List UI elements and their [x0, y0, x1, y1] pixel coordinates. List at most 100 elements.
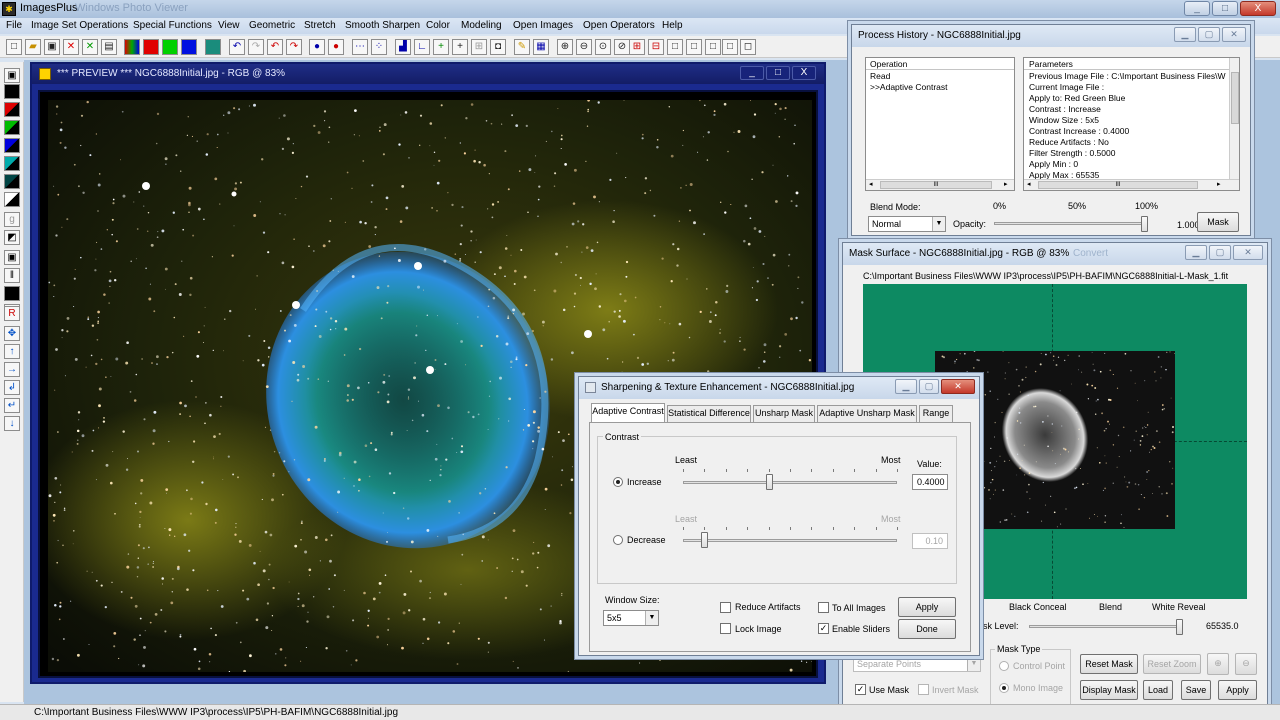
ph-close-button[interactable]: ✕ — [1222, 27, 1246, 42]
control-point-radio[interactable] — [999, 661, 1009, 671]
window-size-select[interactable]: 5x5 ▼ — [603, 610, 659, 626]
mask-surface-titlebar[interactable]: Mask Surface - NGC6888Initial.jpg - RGB … — [843, 243, 1267, 265]
red-split-icon[interactable] — [4, 102, 20, 117]
sharpening-titlebar[interactable]: Sharpening & Texture Enhancement - NGC68… — [579, 377, 979, 399]
undo-red-icon[interactable]: ↶ — [267, 39, 283, 55]
cyan-split-icon[interactable] — [4, 156, 20, 171]
menu-stretch[interactable]: Stretch — [304, 20, 336, 31]
box5-icon[interactable]: ◻ — [740, 39, 756, 55]
mask-level-slider-thumb[interactable] — [1176, 619, 1183, 635]
blue-split-icon[interactable] — [4, 138, 20, 153]
enable-sliders-checkbox[interactable]: ✓ — [818, 623, 829, 634]
operation-hscrollbar[interactable]: ◂ III ▸ — [866, 179, 1014, 190]
arrow-right-icon[interactable]: → — [4, 362, 20, 377]
zoom-out-icon[interactable]: ⊖ — [576, 39, 592, 55]
close-button[interactable]: X — [1240, 1, 1276, 16]
mask-icon[interactable]: ◩ — [4, 230, 20, 245]
columns-icon[interactable]: ‖ — [4, 268, 20, 283]
arrow-down-icon[interactable]: ↓ — [4, 416, 20, 431]
ph-maximize-button[interactable]: ▢ — [1198, 27, 1220, 42]
preview-maximize-button[interactable]: □ — [766, 66, 790, 80]
tab-statistical-difference[interactable]: Statistical Difference — [667, 405, 751, 422]
parameters-list[interactable]: Parameters Previous Image File : C:\Impo… — [1023, 57, 1240, 191]
ms-maximize-button[interactable]: ▢ — [1209, 245, 1231, 260]
lock-image-checkbox[interactable] — [720, 623, 731, 634]
process-history-window[interactable]: Process History - NGC6888Initial.jpg ▁ ▢… — [851, 24, 1251, 236]
ms-close-button[interactable]: ✕ — [1233, 245, 1263, 260]
copy-icon[interactable]: ▤ — [101, 39, 117, 55]
sh-minimize-button[interactable]: ▁ — [895, 379, 917, 394]
green-swatch-icon[interactable] — [162, 39, 178, 55]
menu-modeling[interactable]: Modeling — [461, 20, 502, 31]
opacity-slider-thumb[interactable] — [1141, 216, 1148, 232]
reset-mask-button[interactable]: Reset Mask — [1080, 654, 1138, 674]
blend-mode-select[interactable]: Normal ▼ — [868, 216, 946, 232]
ms-minimize-button[interactable]: ▁ — [1185, 245, 1207, 260]
grid-dotted-icon[interactable]: ⊞ — [471, 39, 487, 55]
operation-list[interactable]: Operation Read >>Adaptive Contrast ◂ III… — [865, 57, 1015, 191]
close-green-icon[interactable]: ✕ — [82, 39, 98, 55]
green-split-icon[interactable] — [4, 120, 20, 135]
menu-smooth-sharpen[interactable]: Smooth Sharpen — [345, 20, 420, 31]
zoom-in-icon[interactable]: ⊕ — [557, 39, 573, 55]
arrow-left-icon[interactable]: ↵ — [4, 398, 20, 413]
done-button[interactable]: Done — [898, 619, 956, 639]
menu-help[interactable]: Help — [662, 20, 683, 31]
open-icon[interactable]: ▰ — [25, 39, 41, 55]
reset-zoom-button[interactable]: Reset Zoom — [1143, 654, 1201, 674]
operation-item[interactable]: >>Adaptive Contrast — [870, 82, 948, 92]
arrow-up-icon[interactable]: ↑ — [4, 344, 20, 359]
box1-icon[interactable]: □ — [667, 39, 683, 55]
gray-icon[interactable]: g — [4, 212, 20, 227]
blue-swatch-icon[interactable] — [181, 39, 197, 55]
undo-icon[interactable]: ↶ — [229, 39, 245, 55]
zoom-fit-icon[interactable]: ⊙ — [595, 39, 611, 55]
menu-geometric[interactable]: Geometric — [249, 20, 295, 31]
save-small-icon[interactable]: ▣ — [4, 68, 20, 83]
box3-icon[interactable]: □ — [705, 39, 721, 55]
sharpening-dialog[interactable]: Sharpening & Texture Enhancement - NGC68… — [578, 376, 980, 656]
increase-slider-thumb[interactable] — [765, 474, 773, 490]
save-icon[interactable]: ▣ — [44, 39, 60, 55]
decrease-slider-thumb[interactable] — [701, 532, 709, 548]
maximize-button[interactable]: □ — [1212, 1, 1238, 16]
display-mask-button[interactable]: Display Mask — [1080, 680, 1138, 700]
points-mode-select[interactable]: Separate Points ▼ — [853, 656, 981, 672]
decrease-slider-track[interactable] — [683, 539, 897, 542]
zoom-1-icon[interactable]: ⊘ — [614, 39, 630, 55]
use-mask-checkbox[interactable]: ✓ — [855, 684, 866, 695]
preview-titlebar[interactable]: *** PREVIEW *** NGC6888Initial.jpg - RGB… — [32, 64, 824, 84]
apply-button[interactable]: Apply — [898, 597, 956, 617]
increase-value-field[interactable]: 0.4000 — [912, 474, 948, 490]
redo-red-icon[interactable]: ↷ — [286, 39, 302, 55]
minimize-button[interactable]: _ — [1184, 1, 1210, 16]
decrease-value-field[interactable]: 0.10 — [912, 533, 948, 549]
dots-icon[interactable]: ⋯ — [352, 39, 368, 55]
points-icon[interactable]: ⁘ — [371, 39, 387, 55]
move-icon[interactable]: ✥ — [4, 326, 20, 341]
menu-special-functions[interactable]: Special Functions — [133, 20, 212, 31]
crosshair-plus-icon[interactable]: + — [433, 39, 449, 55]
menu-view[interactable]: View — [218, 20, 240, 31]
sh-maximize-button[interactable]: ▢ — [919, 379, 939, 394]
minus-box-icon[interactable]: ⊟ — [648, 39, 664, 55]
box2-icon[interactable]: □ — [686, 39, 702, 55]
tab-adaptive-unsharp-mask[interactable]: Adaptive Unsharp Mask — [817, 405, 917, 422]
menu-color[interactable]: Color — [426, 20, 450, 31]
axes-icon[interactable]: ∟ — [414, 39, 430, 55]
process-history-titlebar[interactable]: Process History - NGC6888Initial.jpg ▁ ▢… — [852, 25, 1250, 47]
load-button[interactable]: Load — [1143, 680, 1173, 700]
camera-icon[interactable]: ◘ — [490, 39, 506, 55]
black-bar-icon[interactable] — [4, 286, 20, 301]
mask-level-slider-track[interactable] — [1029, 625, 1179, 628]
mask-button[interactable]: Mask — [1197, 212, 1239, 232]
increase-radio[interactable] — [613, 477, 623, 487]
ph-minimize-button[interactable]: ▁ — [1174, 27, 1196, 42]
grid-icon[interactable]: ▦ — [533, 39, 549, 55]
menu-open-operators[interactable]: Open Operators — [583, 20, 655, 31]
to-all-images-checkbox[interactable] — [818, 602, 829, 613]
operation-item[interactable]: Read — [870, 71, 890, 81]
zoom-out-icon[interactable]: ⊖ — [1235, 653, 1257, 675]
mono-image-radio[interactable] — [999, 683, 1009, 693]
tab-adaptive-contrast[interactable]: Adaptive Contrast — [591, 403, 665, 423]
